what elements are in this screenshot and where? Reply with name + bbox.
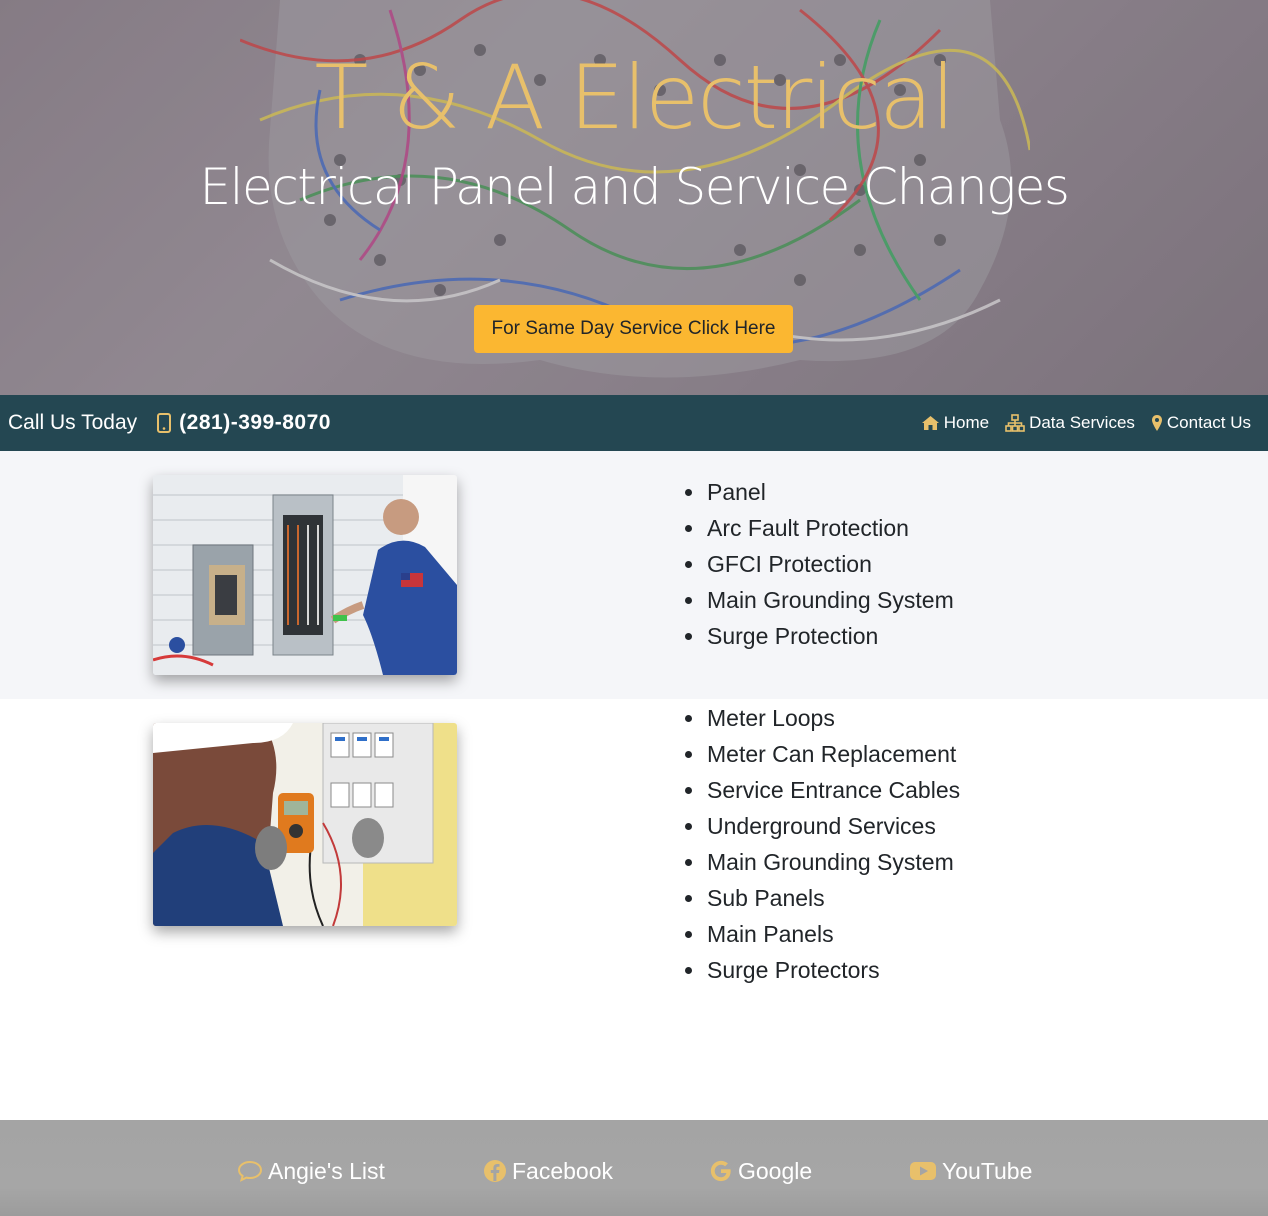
list-item: Surge Protectors <box>684 952 960 988</box>
youtube-label: YouTube <box>942 1157 1033 1184</box>
technician-with-multimeter-photo <box>153 723 457 926</box>
network-icon <box>1005 414 1025 432</box>
panel-services-section: Panel Arc Fault Protection GFCI Protecti… <box>0 451 1268 699</box>
facebook-icon <box>483 1159 507 1183</box>
list-item: Main Grounding System <box>684 844 960 880</box>
hero-title: T & A Electrical <box>314 46 956 149</box>
footer-social-bar: Angie's List Facebook Google YouTube <box>0 1120 1268 1216</box>
facebook-link[interactable]: Facebook <box>483 1156 613 1186</box>
nav-link-home[interactable]: Home <box>921 413 989 433</box>
nav-link-contact-us-label: Contact Us <box>1166 413 1251 432</box>
comment-icon <box>237 1160 263 1182</box>
youtube-icon <box>909 1160 937 1182</box>
call-us-group: Call Us Today (281)-399-8070 <box>8 395 331 451</box>
hero-banner: T & A Electrical Electrical Panel and Se… <box>0 0 1268 395</box>
list-item: Meter Can Replacement <box>684 736 960 772</box>
home-icon <box>921 415 940 431</box>
nav-link-home-label: Home <box>943 413 990 432</box>
call-us-label: Call Us Today <box>8 411 138 434</box>
panel-services-list: Panel Arc Fault Protection GFCI Protecti… <box>685 474 954 654</box>
list-item: Sub Panels <box>684 880 960 916</box>
nav-link-contact-us[interactable]: Contact Us <box>1151 413 1251 433</box>
angies-list-label: Angie's List <box>268 1157 385 1184</box>
nav-links: Home Data Services Contact Us <box>905 395 1251 451</box>
electrician-at-panel-photo <box>153 475 457 675</box>
nav-link-data-services[interactable]: Data Services <box>1005 413 1135 433</box>
list-item: Main Panels <box>684 916 960 952</box>
google-icon <box>709 1159 733 1183</box>
youtube-link[interactable]: YouTube <box>909 1156 1032 1186</box>
phone-number-link[interactable]: (281)-399-8070 <box>179 411 331 435</box>
service-change-section: Meter Loops Meter Can Replacement Servic… <box>0 699 1268 1120</box>
list-item: Main Grounding System <box>685 582 954 618</box>
list-item: Service Entrance Cables <box>684 772 960 808</box>
hero-subtitle: Electrical Panel and Service Changes <box>199 158 1070 216</box>
top-navbar: Call Us Today (281)-399-8070 Home Data S… <box>0 395 1268 451</box>
list-item: GFCI Protection <box>685 546 954 582</box>
same-day-service-button[interactable]: For Same Day Service Click Here <box>474 305 793 353</box>
list-item: Surge Protection <box>685 618 954 654</box>
list-item: Meter Loops <box>684 700 960 736</box>
service-change-list: Meter Loops Meter Can Replacement Servic… <box>684 700 960 988</box>
facebook-label: Facebook <box>512 1157 614 1184</box>
list-item: Arc Fault Protection <box>685 510 954 546</box>
angies-list-link[interactable]: Angie's List <box>237 1156 385 1186</box>
mobile-phone-icon <box>157 413 172 433</box>
map-marker-icon <box>1151 414 1163 432</box>
list-item: Underground Services <box>684 808 960 844</box>
google-link[interactable]: Google <box>709 1156 812 1186</box>
google-label: Google <box>738 1157 813 1184</box>
nav-link-data-services-label: Data Services <box>1029 413 1135 432</box>
list-item: Panel <box>685 474 954 510</box>
